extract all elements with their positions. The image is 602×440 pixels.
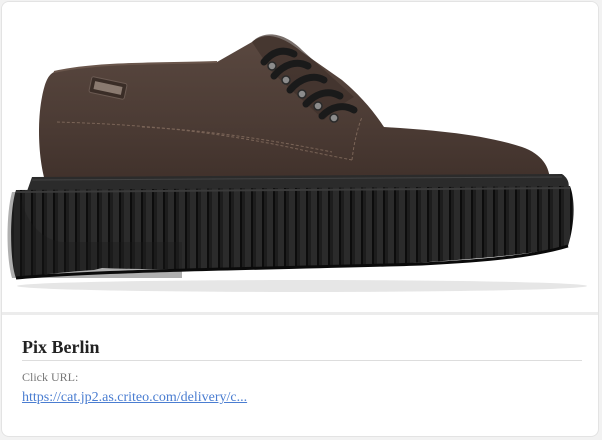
image-divider [2, 312, 598, 315]
click-url-link[interactable]: https://cat.jp2.as.criteo.com/delivery/c… [22, 389, 247, 406]
product-image[interactable] [2, 2, 598, 312]
product-card: Pix Berlin Click URL: https://cat.jp2.as… [1, 1, 599, 437]
product-info: Pix Berlin Click URL: https://cat.jp2.as… [22, 336, 582, 406]
shoe-illustration [7, 34, 587, 292]
click-url-label: Click URL: [22, 370, 79, 384]
product-title: Pix Berlin [22, 336, 582, 361]
